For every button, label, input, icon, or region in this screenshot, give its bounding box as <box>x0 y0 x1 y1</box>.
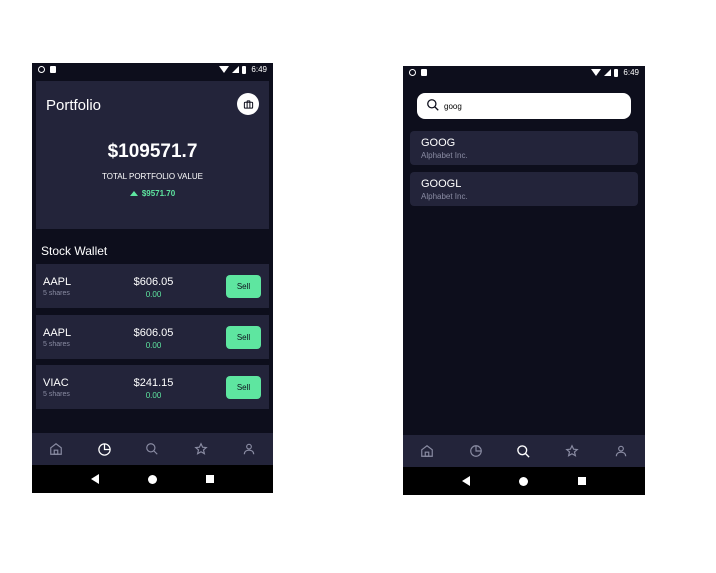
notification-icon <box>38 66 45 73</box>
pie-chart-icon <box>98 442 111 456</box>
stock-change: 0.00 <box>145 391 162 400</box>
nav-favorites[interactable] <box>189 437 213 461</box>
status-time: 6:49 <box>623 68 639 77</box>
home-circle-icon[interactable] <box>147 474 157 484</box>
nav-home[interactable] <box>415 439 439 463</box>
search-icon <box>146 443 159 455</box>
search-screen: 6:49 GOOG Alphabet Inc. GOOGL Alphabet I… <box>403 66 645 495</box>
battery-icon <box>242 65 247 74</box>
stock-shares: 5 shares <box>43 290 70 297</box>
stock-change: 0.00 <box>145 290 162 299</box>
search-input[interactable] <box>444 97 624 115</box>
result-company-name: Alphabet Inc. <box>421 192 468 201</box>
bottom-nav <box>403 435 645 467</box>
notification-icon <box>409 69 416 76</box>
stock-row[interactable]: AAPL 5 shares $606.05 0.00 Sell <box>36 315 269 359</box>
stock-shares: 5 shares <box>43 391 70 398</box>
stock-price: $606.05 <box>133 327 174 339</box>
recent-apps-icon[interactable] <box>206 475 215 483</box>
page-title: Portfolio <box>46 97 102 114</box>
stock-row[interactable]: VIAC 5 shares $241.15 0.00 Sell <box>36 365 269 409</box>
search-icon <box>426 98 440 117</box>
briefcase-icon <box>243 99 253 109</box>
nav-portfolio[interactable] <box>464 439 488 463</box>
status-time: 6:49 <box>251 65 267 74</box>
nav-favorites[interactable] <box>560 439 584 463</box>
stock-row[interactable]: AAPL 5 shares $606.05 0.00 Sell <box>36 264 269 308</box>
stock-shares: 5 shares <box>43 341 70 348</box>
signal-icon <box>604 69 612 76</box>
back-icon[interactable] <box>461 476 470 486</box>
android-nav-bar <box>403 467 645 495</box>
sell-button[interactable]: Sell <box>226 376 261 399</box>
stock-symbol: AAPL <box>43 327 72 339</box>
stock-price: $241.15 <box>133 377 174 389</box>
sell-button[interactable]: Sell <box>226 326 261 349</box>
stock-change: 0.00 <box>145 341 162 350</box>
star-icon <box>565 444 580 457</box>
nav-profile[interactable] <box>237 437 261 461</box>
portfolio-change: $9571.70 <box>36 189 269 198</box>
battery-icon <box>614 68 619 77</box>
nav-search[interactable] <box>512 439 536 463</box>
pie-chart-icon <box>469 445 482 457</box>
search-result-item[interactable]: GOOG Alphabet Inc. <box>410 131 638 165</box>
user-icon <box>615 445 626 457</box>
portfolio-summary-card: Portfolio $109571.7 TOTAL PORTFOLIO VALU… <box>36 81 269 229</box>
search-bar[interactable] <box>417 93 631 119</box>
briefcase-button[interactable] <box>237 93 259 115</box>
result-symbol: GOOG <box>421 137 456 149</box>
back-icon[interactable] <box>90 474 99 484</box>
total-portfolio-value: $109571.7 <box>107 141 198 162</box>
user-icon <box>243 443 255 455</box>
sim-card-icon <box>421 69 427 76</box>
nav-profile[interactable] <box>609 439 633 463</box>
home-icon <box>50 443 62 455</box>
nav-home[interactable] <box>44 437 68 461</box>
sim-card-icon <box>50 66 56 73</box>
status-bar: 6:49 <box>403 66 645 82</box>
wifi-icon <box>219 66 230 73</box>
stock-symbol: VIAC <box>43 377 69 389</box>
android-nav-bar <box>32 465 273 493</box>
recent-apps-icon[interactable] <box>578 477 587 485</box>
portfolio-change-value: $9571.70 <box>141 189 176 198</box>
status-bar: 6:49 <box>32 63 273 79</box>
home-circle-icon[interactable] <box>519 476 529 486</box>
bottom-nav <box>32 433 273 465</box>
nav-search[interactable] <box>140 437 164 461</box>
wifi-icon <box>591 69 602 76</box>
total-portfolio-label: TOTAL PORTFOLIO VALUE <box>102 172 203 181</box>
stock-symbol: AAPL <box>43 276 72 288</box>
portfolio-screen: 6:49 Portfolio $109571.7 TOTAL PORTFOLIO… <box>32 63 273 493</box>
arrow-up-icon <box>129 191 138 196</box>
nav-portfolio[interactable] <box>92 437 116 461</box>
home-icon <box>421 445 434 457</box>
stock-price: $606.05 <box>133 276 174 288</box>
search-icon <box>517 444 531 458</box>
result-company-name: Alphabet Inc. <box>421 151 468 160</box>
stock-wallet-title: Stock Wallet <box>41 244 108 258</box>
signal-icon <box>232 66 240 73</box>
search-result-item[interactable]: GOOGL Alphabet Inc. <box>410 172 638 206</box>
result-symbol: GOOGL <box>421 178 462 190</box>
sell-button[interactable]: Sell <box>226 275 261 298</box>
star-icon <box>194 442 208 455</box>
